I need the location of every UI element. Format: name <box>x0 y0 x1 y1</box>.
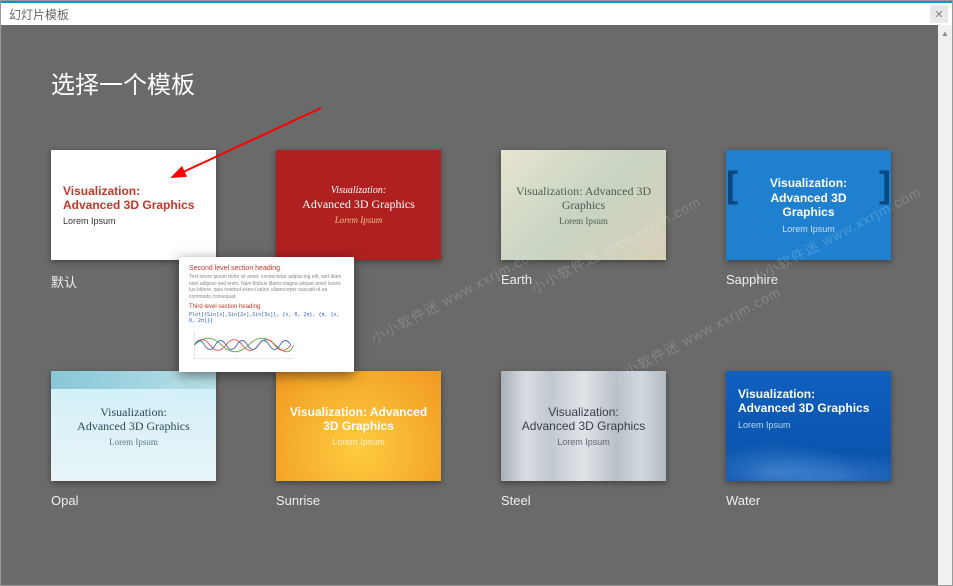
template-thumb: Visualization: Advanced 3D Graphics Lore… <box>501 150 666 260</box>
thumb-title-line1: Visualization: <box>748 176 869 190</box>
thumb-subtitle: Lorem Ipsum <box>559 216 608 226</box>
preview-h3: Third level section heading <box>189 304 344 310</box>
content-area: 选择一个模板 Visualization: Advanced 3D Graphi… <box>1 25 952 585</box>
template-item-steel[interactable]: Visualization: Advanced 3D Graphics Lore… <box>501 371 666 508</box>
thumb-title: Visualization: Advanced 3D Graphics <box>288 405 429 434</box>
template-label: Earth <box>501 272 666 287</box>
template-label: Water <box>726 493 891 508</box>
thumb-subtitle: Lorem Ipsum <box>63 216 116 226</box>
thumb-title-line2: Advanced 3D Graphics <box>77 419 190 433</box>
vertical-scrollbar[interactable]: ▲ <box>938 25 952 585</box>
thumb-subtitle: Lorem Ipsum <box>335 215 382 225</box>
template-thumb: Visualization: Advanced 3D Graphics Lore… <box>276 150 441 260</box>
thumb-subtitle: Lorem Ipsum <box>109 437 158 447</box>
template-thumb: [ Visualization: Advanced 3D Graphics Lo… <box>726 150 891 260</box>
template-thumb: Visualization: Advanced 3D Graphics Lore… <box>51 150 216 260</box>
thumb-subtitle: Lorem Ipsum <box>738 420 791 430</box>
template-item-sunrise[interactable]: Visualization: Advanced 3D Graphics Lore… <box>276 371 441 508</box>
template-item-earth[interactable]: Visualization: Advanced 3D Graphics Lore… <box>501 150 666 291</box>
window-title: 幻灯片模板 <box>9 6 69 23</box>
thumb-title-line1: Visualization: <box>302 185 415 197</box>
close-button[interactable]: ✕ <box>930 5 948 23</box>
preview-plot-icon <box>189 327 299 363</box>
window-titlebar: 幻灯片模板 ✕ <box>1 1 952 25</box>
bracket-right-icon: ] <box>879 164 891 206</box>
thumb-title-line1: Visualization: <box>738 387 869 401</box>
page-heading: 选择一个模板 <box>51 65 902 100</box>
template-thumb: Visualization: Advanced 3D Graphics Lore… <box>51 371 216 481</box>
bracket-left-icon: [ <box>726 164 738 206</box>
template-item-sapphire[interactable]: [ Visualization: Advanced 3D Graphics Lo… <box>726 150 891 291</box>
thumb-title: Visualization: Advanced 3D Graphics <box>513 184 654 213</box>
thumb-title-line1: Visualization: <box>77 405 190 419</box>
thumb-subtitle: Lorem Ipsum <box>748 224 869 234</box>
thumb-title-line2: Advanced 3D Graphics <box>302 197 415 211</box>
thumb-title-line1: Visualization: <box>522 405 645 419</box>
thumb-title-line1: Visualization: <box>63 184 194 198</box>
template-preview-tooltip: Second level section heading Text lorem … <box>179 257 354 372</box>
scroll-up-icon[interactable]: ▲ <box>938 25 952 41</box>
preview-h2: Second level section heading <box>189 265 344 272</box>
preview-code: Plot[{Sin[x],Sin[2x],Sin[3x]}, {x, 0, 2π… <box>189 312 344 324</box>
thumb-title-line2: Advanced 3D Graphics <box>63 198 194 212</box>
thumb-subtitle: Lorem Ipsum <box>332 437 385 447</box>
template-thumb: Visualization: Advanced 3D Graphics Lore… <box>276 371 441 481</box>
close-icon: ✕ <box>934 8 943 21</box>
thumb-title-line2: Advanced 3D Graphics <box>522 419 645 433</box>
template-label: Sapphire <box>726 272 891 287</box>
template-item-water[interactable]: Visualization: Advanced 3D Graphics Lore… <box>726 371 891 508</box>
thumb-subtitle: Lorem Ipsum <box>557 437 610 447</box>
template-label: Sunrise <box>276 493 441 508</box>
template-thumb: Visualization: Advanced 3D Graphics Lore… <box>726 371 891 481</box>
template-item-opal[interactable]: Visualization: Advanced 3D Graphics Lore… <box>51 371 216 508</box>
template-label: Opal <box>51 493 216 508</box>
thumb-title-line2: Advanced 3D Graphics <box>748 191 869 220</box>
template-thumb: Visualization: Advanced 3D Graphics Lore… <box>501 371 666 481</box>
preview-body: Text lorem ipsum dolor sit amet, consect… <box>189 274 344 300</box>
thumb-title-line2: Advanced 3D Graphics <box>738 401 869 415</box>
template-label: Steel <box>501 493 666 508</box>
